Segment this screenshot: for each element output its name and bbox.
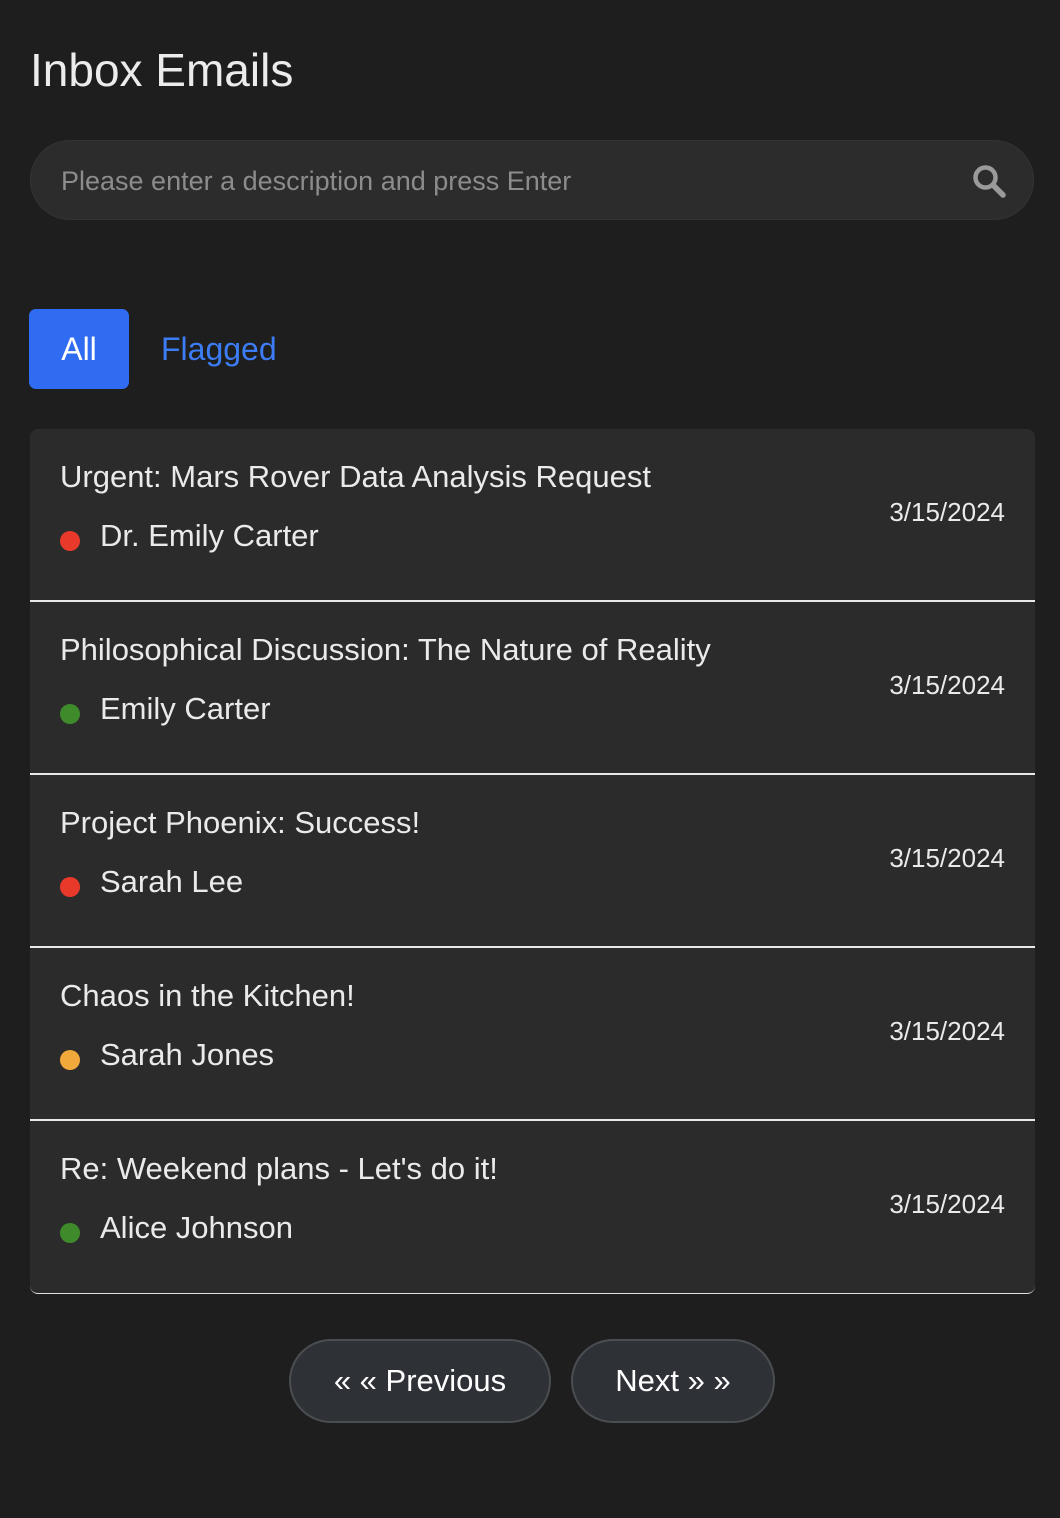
status-dot [60, 1223, 80, 1243]
tab-all[interactable]: All [29, 309, 129, 389]
pagination: « « Previous Next » » [30, 1339, 1034, 1423]
email-sender: Sarah Jones [100, 1037, 275, 1072]
email-sender: Alice Johnson [100, 1210, 294, 1245]
tab-flagged[interactable]: Flagged [161, 309, 277, 389]
search-icon[interactable] [971, 163, 1007, 199]
email-subject: Philosophical Discussion: The Nature of … [60, 632, 711, 667]
email-subject: Chaos in the Kitchen! [60, 978, 355, 1013]
email-row[interactable]: Philosophical Discussion: The Nature of … [30, 602, 1035, 775]
email-subject: Re: Weekend plans - Let's do it! [60, 1151, 498, 1186]
status-dot [60, 1050, 80, 1070]
email-sender: Dr. Emily Carter [100, 518, 319, 553]
email-list: Urgent: Mars Rover Data Analysis Request… [30, 429, 1035, 1294]
status-dot [60, 877, 80, 897]
email-row[interactable]: Re: Weekend plans - Let's do it! Alice J… [30, 1121, 1035, 1293]
email-date: 3/15/2024 [889, 843, 1005, 873]
email-date: 3/15/2024 [889, 1189, 1005, 1219]
email-sender: Emily Carter [100, 691, 271, 726]
email-row[interactable]: Project Phoenix: Success! Sarah Lee 3/15… [30, 775, 1035, 948]
status-dot [60, 704, 80, 724]
email-date: 3/15/2024 [889, 670, 1005, 700]
email-row[interactable]: Urgent: Mars Rover Data Analysis Request… [30, 429, 1035, 602]
status-dot [60, 531, 80, 551]
page-title: Inbox Emails [30, 44, 294, 96]
search-input[interactable] [59, 141, 963, 221]
email-subject: Project Phoenix: Success! [60, 805, 421, 840]
email-row[interactable]: Chaos in the Kitchen! Sarah Jones 3/15/2… [30, 948, 1035, 1121]
email-sender: Sarah Lee [100, 864, 244, 899]
email-date: 3/15/2024 [889, 497, 1005, 527]
next-button[interactable]: Next » » [571, 1339, 775, 1423]
email-date: 3/15/2024 [889, 1016, 1005, 1046]
search-bar[interactable] [30, 140, 1034, 221]
email-subject: Urgent: Mars Rover Data Analysis Request [60, 459, 651, 494]
previous-button[interactable]: « « Previous [289, 1339, 551, 1423]
